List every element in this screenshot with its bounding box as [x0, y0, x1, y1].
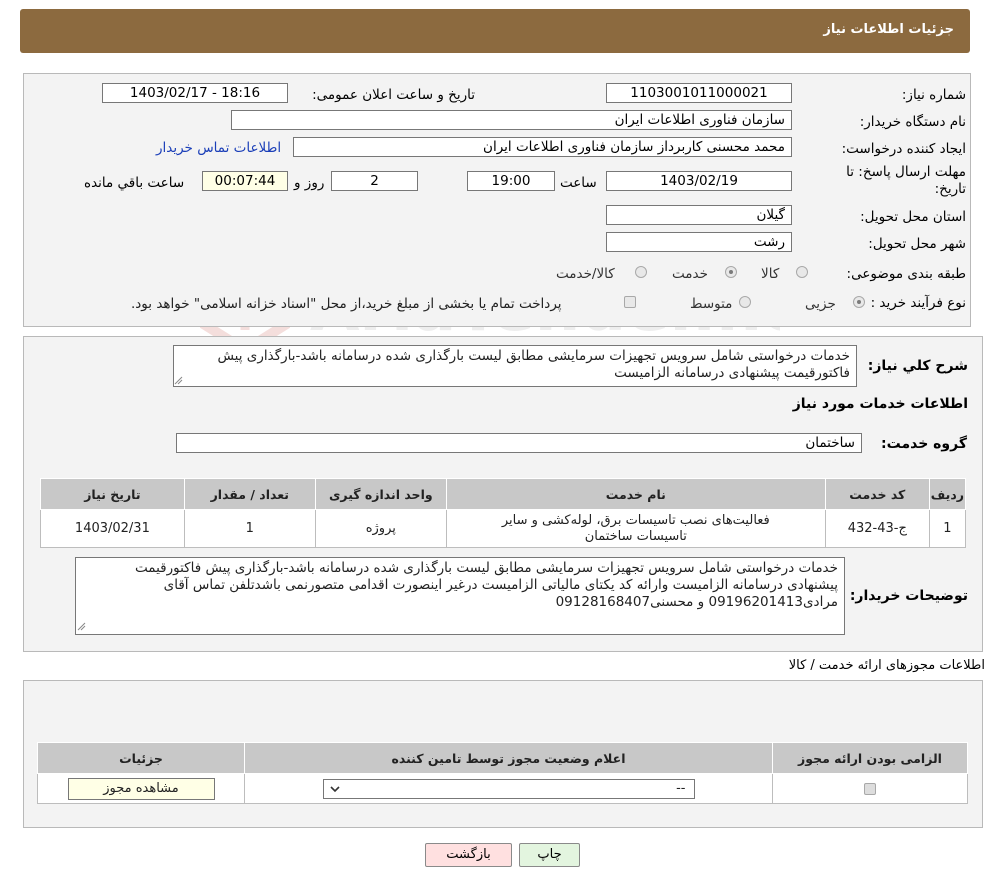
permits-table-header: الزامی بودن ارائه مجوز اعلام وضعیت مجوز … — [37, 742, 968, 774]
col-row: رديف — [928, 478, 967, 510]
process-option-small: جزیی — [805, 296, 836, 312]
category-label: طبقه بندی موضوعی: — [846, 266, 966, 282]
city-label: شهر محل تحویل: — [868, 236, 966, 252]
view-permit-button[interactable]: مشاهده مجوز — [67, 777, 215, 800]
category-radio-goods[interactable] — [796, 266, 808, 278]
col-permit-details: جزئیات — [37, 742, 245, 774]
page-header: جزئیات اطلاعات نیاز — [20, 9, 970, 53]
days-label: روز و — [294, 175, 325, 191]
remaining-time-field: 00:07:44 — [202, 171, 288, 191]
buyer-org-label: نام دستگاه خریدار: — [859, 114, 966, 130]
process-label: نوع فرآیند خرید : — [870, 295, 966, 311]
deadline-date-field: 1403/02/19 — [606, 171, 792, 191]
page-title: جزئیات اطلاعات نیاز — [823, 22, 954, 37]
cell-unit: پروژه — [314, 509, 447, 548]
buyer-notes-text: خدمات درخواستی شامل سرویس تجهیزات سرمایش… — [75, 557, 845, 635]
print-button[interactable]: چاپ — [519, 843, 580, 867]
buyer-contact-link[interactable]: اطلاعات تماس خریدار — [156, 140, 281, 156]
deadline-label: مهلت ارسال پاسخ: تا — [846, 164, 966, 180]
creator-field: محمد محسنی کاربرداز سازمان فناوری اطلاعا… — [293, 137, 792, 157]
col-date: تاریخ نیاز — [40, 478, 185, 510]
announce-datetime-field: 1403/02/17 - 18:16 — [102, 83, 288, 103]
services-table-header: رديف کد خدمت نام خدمت واحد اندازه گیری ت… — [40, 478, 967, 510]
treasury-payment-note: پرداخت تمام یا بخشی از مبلغ خرید،از محل … — [131, 296, 562, 312]
resize-grip-icon — [174, 376, 183, 385]
buyer-notes-label: توضیحات خریدار: — [849, 588, 968, 604]
process-option-medium: متوسط — [690, 296, 733, 312]
cell-name: فعالیت‌های نصب تاسیسات برق، لوله‌کشی و س… — [445, 509, 826, 548]
province-field: گیلان — [606, 205, 792, 225]
permit-status-value: -- — [676, 780, 686, 796]
category-option-goods-service: کالا/خدمت — [556, 266, 615, 282]
deadline-time-label: ساعت — [560, 175, 597, 191]
treasury-payment-checkbox[interactable] — [624, 296, 636, 308]
resize-grip-icon — [77, 622, 86, 631]
cell-permit-required — [772, 773, 968, 804]
col-unit: واحد اندازه گیری — [314, 478, 447, 510]
deadline-time-field: 19:00 — [467, 171, 555, 191]
services-table: رديف کد خدمت نام خدمت واحد اندازه گیری ت… — [40, 478, 967, 548]
table-row: 1 ج-43-432 فعالیت‌های نصب تاسیسات برق، ل… — [40, 509, 967, 548]
city-field: رشت — [606, 232, 792, 252]
permit-required-checkbox[interactable] — [864, 782, 876, 795]
cell-qty: 1 — [183, 509, 316, 548]
summary-label: شرح کلي نياز: — [867, 358, 968, 374]
category-option-service: خدمت — [672, 266, 708, 282]
province-label: استان محل تحویل: — [860, 209, 966, 225]
col-code: کد خدمت — [824, 478, 930, 510]
need-number-label: شماره نیاز: — [901, 87, 966, 103]
col-qty: تعداد / مقدار — [183, 478, 316, 510]
deadline-label-date: تاریخ: — [934, 181, 966, 197]
permits-table: الزامی بودن ارائه مجوز اعلام وضعیت مجوز … — [37, 742, 968, 804]
announce-label: تاریخ و ساعت اعلان عمومی: — [312, 87, 475, 103]
category-radio-goods-service[interactable] — [635, 266, 647, 278]
back-button[interactable]: بازگشت — [425, 843, 512, 867]
cell-code: ج-43-432 — [824, 509, 930, 548]
cell-permit-status: -- — [244, 773, 773, 804]
cell-permit-details: مشاهده مجوز — [37, 773, 245, 804]
services-heading: اطلاعات خدمات مورد نياز — [792, 396, 968, 412]
service-group-field: ساختمان — [176, 433, 862, 453]
col-permit-required: الزامی بودن ارائه مجوز — [772, 742, 968, 774]
days-field: 2 — [331, 171, 418, 191]
creator-label: ایجاد کننده درخواست: — [841, 141, 966, 157]
cell-date: 1403/02/31 — [40, 509, 185, 548]
category-radio-service[interactable] — [725, 266, 737, 278]
category-option-goods: کالا — [761, 266, 780, 282]
col-name: نام خدمت — [445, 478, 826, 510]
col-permit-status: اعلام وضعیت مجوز توسط تامین کننده — [244, 742, 773, 774]
process-radio-small[interactable] — [853, 296, 865, 308]
chevron-down-icon — [329, 785, 340, 792]
permit-status-select[interactable]: -- — [322, 778, 695, 799]
remaining-label: ساعت باقي مانده — [84, 175, 185, 191]
need-number-field: 1103001011000021 — [606, 83, 792, 103]
service-group-label: گروه خدمت: — [881, 436, 967, 452]
summary-text: خدمات درخواستی شامل سرویس تجهیزات سرمایش… — [173, 345, 857, 387]
buyer-org-field: سازمان فناوری اطلاعات ایران — [231, 110, 792, 130]
permits-title: اطلاعات مجوزهای ارائه خدمت / کالا — [788, 658, 985, 673]
table-row: -- مشاهده مجوز — [37, 773, 968, 804]
cell-row: 1 — [928, 509, 967, 548]
process-radio-medium[interactable] — [739, 296, 751, 308]
